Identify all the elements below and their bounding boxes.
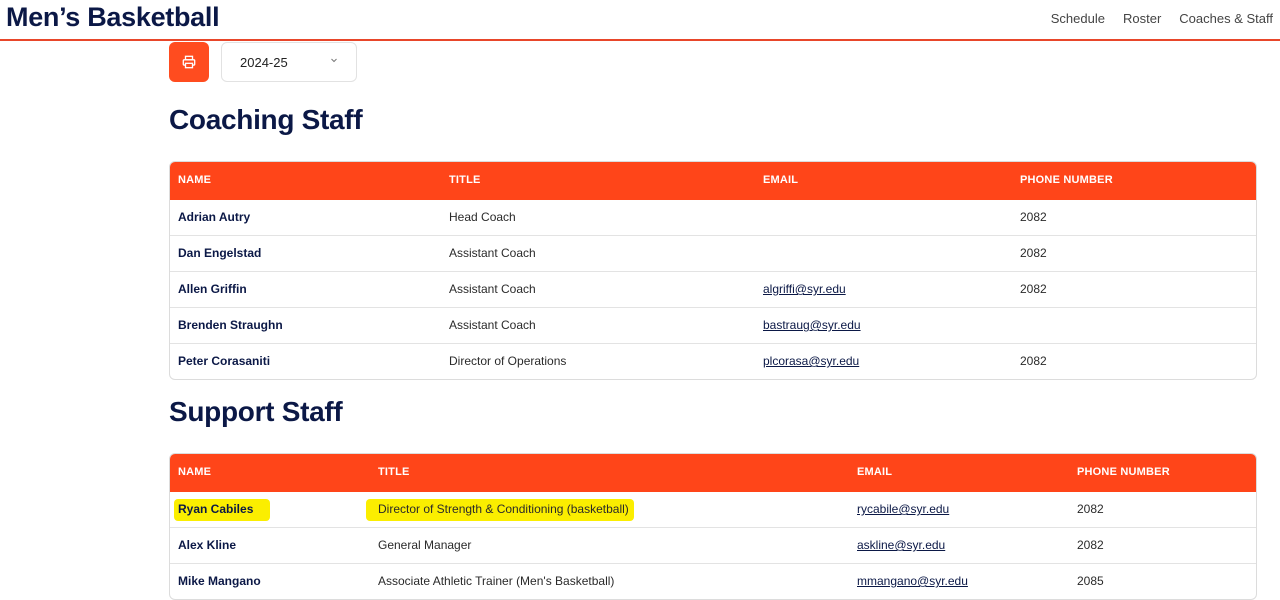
coaching-staff-table: NAME TITLE EMAIL PHONE NUMBER Adrian Aut… — [169, 161, 1257, 380]
table-row: Alex Kline General Manager askline@syr.e… — [170, 527, 1256, 563]
chevron-down-icon — [331, 58, 337, 63]
table-row: Mike Mangano Associate Athletic Trainer … — [170, 563, 1256, 599]
staff-title: Assistant Coach — [449, 282, 536, 296]
staff-phone: 2082 — [1020, 282, 1047, 296]
staff-email[interactable]: algriffi@syr.edu — [763, 282, 846, 296]
staff-name[interactable]: Peter Corasaniti — [178, 354, 270, 368]
nav-schedule[interactable]: Schedule — [1051, 11, 1105, 26]
col-email: EMAIL — [857, 466, 893, 478]
staff-email[interactable]: bastraug@syr.edu — [763, 318, 861, 332]
table-row: Dan Engelstad Assistant Coach 2082 — [170, 235, 1256, 271]
col-email: EMAIL — [763, 174, 799, 186]
staff-phone: 2082 — [1020, 210, 1047, 224]
staff-name[interactable]: Mike Mangano — [178, 574, 261, 588]
support-staff-table: NAME TITLE EMAIL PHONE NUMBER Ryan Cabil… — [169, 453, 1257, 600]
table-header: NAME TITLE EMAIL PHONE NUMBER — [170, 162, 1256, 200]
staff-email[interactable]: plcorasa@syr.edu — [763, 354, 859, 368]
staff-phone: 2082 — [1077, 538, 1104, 552]
staff-phone: 2085 — [1077, 574, 1104, 588]
table-row: Ryan Cabiles Director of Strength & Cond… — [170, 492, 1256, 527]
staff-title: Director of Operations — [449, 354, 567, 368]
main-nav: Schedule Roster Coaches & Staff — [1051, 11, 1273, 26]
staff-title: Associate Athletic Trainer (Men's Basket… — [378, 574, 615, 588]
site-title[interactable]: Men’s Basketball — [6, 2, 220, 33]
col-name: NAME — [178, 174, 212, 186]
staff-title: Assistant Coach — [449, 246, 536, 260]
col-phone: PHONE NUMBER — [1077, 466, 1170, 478]
col-title: TITLE — [378, 466, 410, 478]
col-title: TITLE — [449, 174, 481, 186]
staff-name[interactable]: Dan Engelstad — [178, 246, 261, 260]
staff-name[interactable]: Adrian Autry — [178, 210, 250, 224]
season-value: 2024-25 — [240, 55, 288, 70]
table-row: Peter Corasaniti Director of Operations … — [170, 343, 1256, 379]
col-name: NAME — [178, 466, 212, 478]
staff-phone: 2082 — [1077, 502, 1104, 516]
table-row: Allen Griffin Assistant Coach algriffi@s… — [170, 271, 1256, 307]
table-header: NAME TITLE EMAIL PHONE NUMBER — [170, 454, 1256, 492]
nav-coaches-staff[interactable]: Coaches & Staff — [1179, 11, 1273, 26]
table-row: Adrian Autry Head Coach 2082 — [170, 200, 1256, 235]
staff-name[interactable]: Allen Griffin — [178, 282, 247, 296]
staff-title: Head Coach — [449, 210, 516, 224]
staff-phone: 2082 — [1020, 246, 1047, 260]
staff-name[interactable]: Alex Kline — [178, 538, 236, 552]
staff-name[interactable]: Brenden Straughn — [178, 318, 283, 332]
printer-icon — [182, 55, 196, 69]
staff-title: Director of Strength & Conditioning (bas… — [378, 502, 629, 516]
table-row: Brenden Straughn Assistant Coach bastrau… — [170, 307, 1256, 343]
staff-name[interactable]: Ryan Cabiles — [178, 502, 253, 516]
season-select[interactable]: 2024-25 — [221, 42, 357, 82]
support-staff-heading: Support Staff — [169, 396, 343, 427]
nav-roster[interactable]: Roster — [1123, 11, 1161, 26]
staff-email[interactable]: mmangano@syr.edu — [857, 574, 968, 588]
print-button[interactable] — [169, 42, 209, 82]
staff-email[interactable]: askline@syr.edu — [857, 538, 945, 552]
coaching-staff-heading: Coaching Staff — [169, 104, 363, 135]
staff-phone: 2082 — [1020, 354, 1047, 368]
staff-title: Assistant Coach — [449, 318, 536, 332]
staff-email[interactable]: rycabile@syr.edu — [857, 502, 949, 516]
site-header: Men’s Basketball Schedule Roster Coaches… — [0, 0, 1280, 41]
staff-title: General Manager — [378, 538, 472, 552]
col-phone: PHONE NUMBER — [1020, 174, 1113, 186]
